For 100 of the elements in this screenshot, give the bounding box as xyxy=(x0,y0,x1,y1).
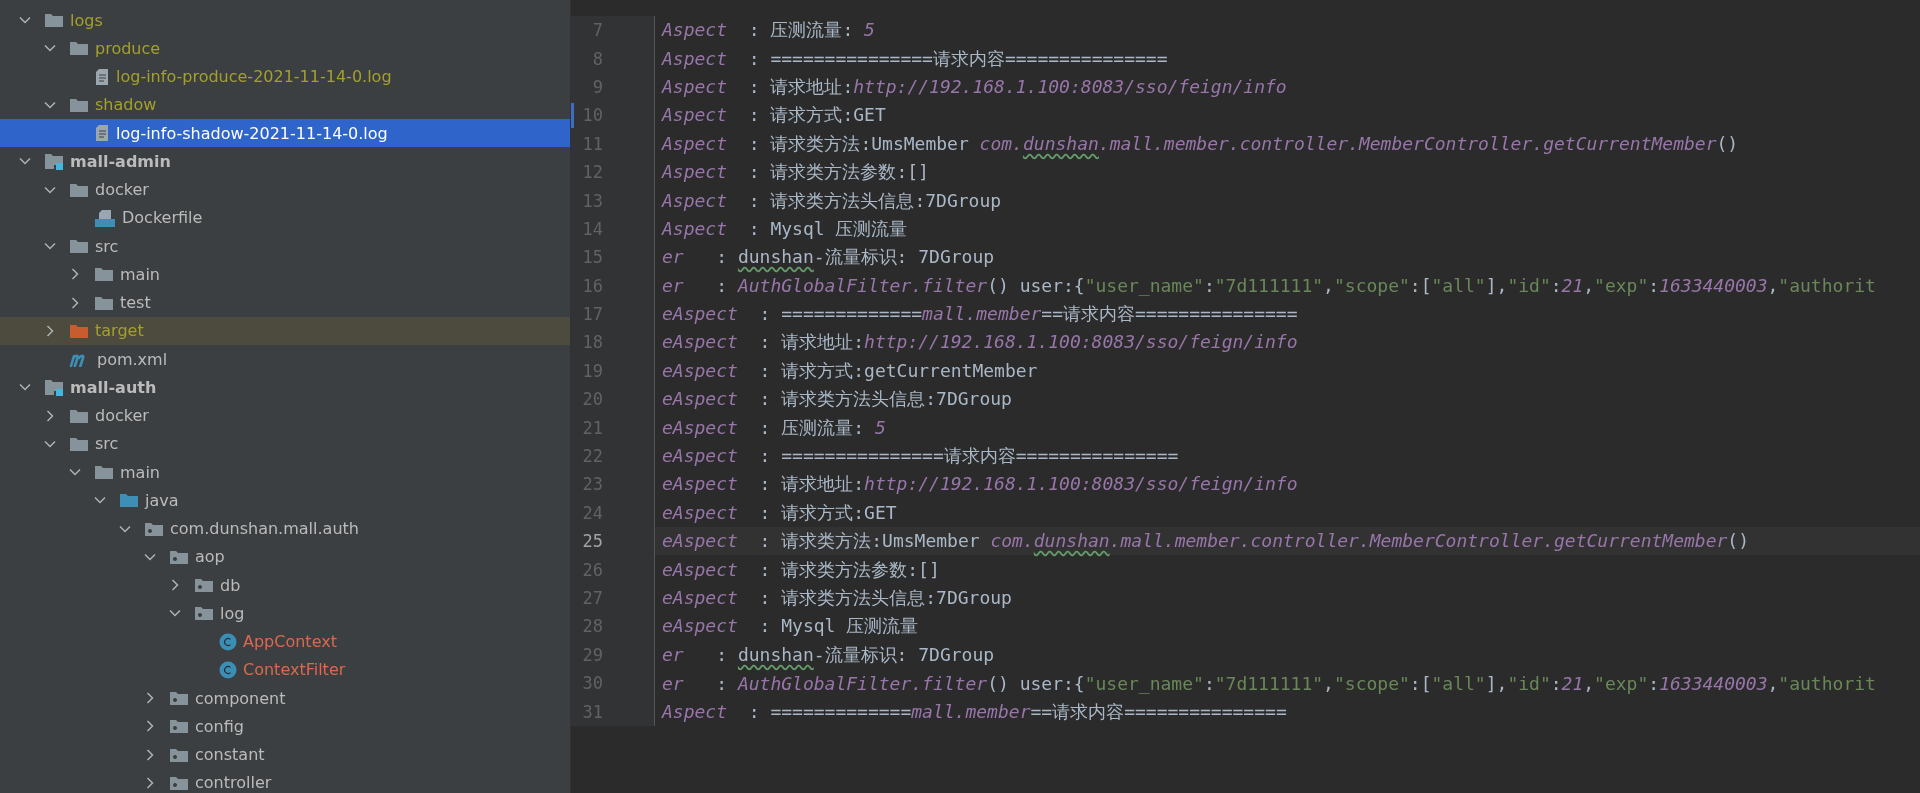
tree-item-label: constant xyxy=(195,745,265,765)
tree-item-label: pom.xml xyxy=(97,349,168,369)
folder-icon xyxy=(69,435,89,452)
tree-item[interactable]: constant xyxy=(0,740,570,769)
tree-item[interactable]: db xyxy=(0,571,570,600)
tree-item[interactable]: java xyxy=(0,486,570,515)
package-folder-icon xyxy=(144,520,164,537)
tree-item-label: mall-admin xyxy=(70,151,171,171)
code-line: eAspect : 请求类方法:UmsMember com.dunshan.mall.member.controller.MemberController.getCurrentMember() xyxy=(661,529,1750,554)
tree-item-label: aop xyxy=(195,547,225,567)
tree-item[interactable]: mall-auth xyxy=(0,373,570,402)
tree-item[interactable]: mall-admin xyxy=(0,147,570,176)
code-line: er : dunshan-流量标识: 7DGroup xyxy=(661,642,995,667)
tree-item[interactable]: controller xyxy=(0,768,570,793)
tree-item[interactable]: aop xyxy=(0,542,570,571)
tree-item-label: target xyxy=(95,321,144,341)
folder-icon xyxy=(69,238,89,255)
code-line: Aspect : 请求类方法头信息:7DGroup xyxy=(660,188,1002,213)
code-line: er : AuthGlobalFilter.filter() user:{"user_name":"7d111111","scope":["all"],"id":21,"exp":1633440003,"authorit xyxy=(661,672,1876,694)
tree-item-label: docker xyxy=(95,406,149,426)
tree-item-label: mall-auth xyxy=(70,377,157,397)
tree-item-label: java xyxy=(145,490,179,510)
tree-item[interactable]: docker xyxy=(0,401,570,430)
tree-item[interactable]: logs xyxy=(0,6,570,35)
tree-item-label: com.dunshan.mall.auth xyxy=(170,519,359,539)
code-line: eAspect : =============mall.member==请求内容=============== xyxy=(661,302,1298,327)
tree-item[interactable]: log xyxy=(0,599,570,628)
tree-item-label: db xyxy=(220,575,241,595)
tree-item-label: ContextFilter xyxy=(243,660,346,680)
tree-item[interactable]: target xyxy=(0,316,570,345)
tree-item[interactable]: config xyxy=(0,712,570,741)
package-folder-icon xyxy=(169,548,189,565)
code-line: Aspect : 请求类方法:UmsMember com.dunshan.mall.member.controller.MemberController.getCurrentMember() xyxy=(660,131,1739,156)
code-line: eAspect : 请求类方法头信息:7DGroup xyxy=(661,387,1012,412)
folder-icon xyxy=(94,464,114,481)
tree-item[interactable]: AppContext xyxy=(0,627,570,656)
tree-item[interactable]: main xyxy=(0,260,570,289)
tree-item-label: shadow xyxy=(95,95,157,115)
folder-icon xyxy=(69,322,89,339)
tree-item[interactable]: pom.xml xyxy=(0,345,570,374)
tree-item[interactable]: docker xyxy=(0,175,570,204)
tree-item-label: component xyxy=(195,688,286,708)
code-line: Aspect : 请求方式:GET xyxy=(660,103,886,128)
code-line: er : AuthGlobalFilter.filter() user:{"user_name":"7d111111","scope":["all"],"id":21,"exp":1633440003,"authorit xyxy=(661,275,1876,297)
folder-icon xyxy=(69,407,89,424)
tree-item[interactable]: log-info-produce-2021-11-14-0.log xyxy=(0,62,570,91)
tree-item-label: log-info-produce-2021-11-14-0.log xyxy=(116,67,392,87)
tree-item[interactable]: test xyxy=(0,288,570,317)
tree-item[interactable]: com.dunshan.mall.auth xyxy=(0,514,570,543)
dockerfile-icon xyxy=(94,208,116,227)
package-folder-icon xyxy=(194,605,214,622)
tree-item[interactable]: shadow xyxy=(0,90,570,119)
code-line: eAspect : 请求类方法参数:[] xyxy=(661,557,940,582)
package-folder-icon xyxy=(169,718,189,735)
code-line: Aspect : 请求地址:http://192.168.1.100:8083/sso/feign/info xyxy=(660,74,1287,99)
code-line: eAspect : 请求方式:GET xyxy=(661,500,897,525)
package-folder-icon xyxy=(169,774,189,791)
folder-icon xyxy=(119,492,139,509)
code-line: eAspect : 请求类方法头信息:7DGroup xyxy=(661,586,1012,610)
package-folder-icon xyxy=(194,577,214,594)
tree-item[interactable]: main xyxy=(0,458,570,487)
tree-item-label: config xyxy=(195,716,244,736)
tree-item[interactable]: ContextFilter xyxy=(0,655,570,684)
tree-item-label: controller xyxy=(195,773,272,793)
tree-item[interactable]: component xyxy=(0,684,570,713)
tree-item[interactable]: Dockerfile xyxy=(0,203,570,232)
tree-item-label: src xyxy=(95,434,119,454)
folder-icon xyxy=(94,266,114,283)
code-line: eAspect : ===============请求内容=============== xyxy=(661,444,1179,469)
code-line: eAspect : Mysql 压测流量 xyxy=(661,614,919,639)
text-file-icon xyxy=(94,124,110,143)
text-file-icon xyxy=(94,67,110,86)
tree-item-label: AppContext xyxy=(243,632,337,652)
class-icon xyxy=(219,660,237,679)
code-line: Aspect : 压测流量: 5 xyxy=(660,18,875,43)
tree-item-label: src xyxy=(95,236,119,256)
code-line: Aspect : =============mall.member==请求内容=============== xyxy=(660,699,1287,724)
code-line: Aspect : Mysql 压测流量 xyxy=(660,216,908,241)
code-line: eAspect : 请求地址:http://192.168.1.100:8083/sso/feign/info xyxy=(661,330,1298,355)
folder-icon xyxy=(69,181,89,198)
code-line: eAspect : 请求地址:http://192.168.1.100:8083/sso/feign/info xyxy=(661,472,1298,497)
package-folder-icon xyxy=(169,746,189,763)
tree-item[interactable]: src xyxy=(0,429,570,458)
tree-item-label: main xyxy=(120,264,160,284)
tree-item[interactable]: log-info-shadow-2021-11-14-0.log xyxy=(0,119,570,148)
tree-item-label: main xyxy=(120,462,160,482)
code-line: eAspect : 请求方式:getCurrentMember xyxy=(661,358,1038,383)
line-number: 25 xyxy=(581,531,603,552)
tree-item[interactable]: src xyxy=(0,232,570,261)
folder-icon xyxy=(94,294,114,311)
tree-item-label: log-info-shadow-2021-11-14-0.log xyxy=(116,123,388,143)
tree-item[interactable]: produce xyxy=(0,34,570,63)
folder-icon xyxy=(69,96,89,113)
tree-item-label: Dockerfile xyxy=(122,208,203,228)
module-folder-icon xyxy=(44,378,64,397)
tree-item-label: docker xyxy=(95,180,149,200)
module-folder-icon xyxy=(44,152,64,171)
code-line: eAspect : 压测流量: 5 xyxy=(661,415,886,440)
folder-icon xyxy=(69,40,89,57)
tree-item-label: log xyxy=(220,603,245,623)
